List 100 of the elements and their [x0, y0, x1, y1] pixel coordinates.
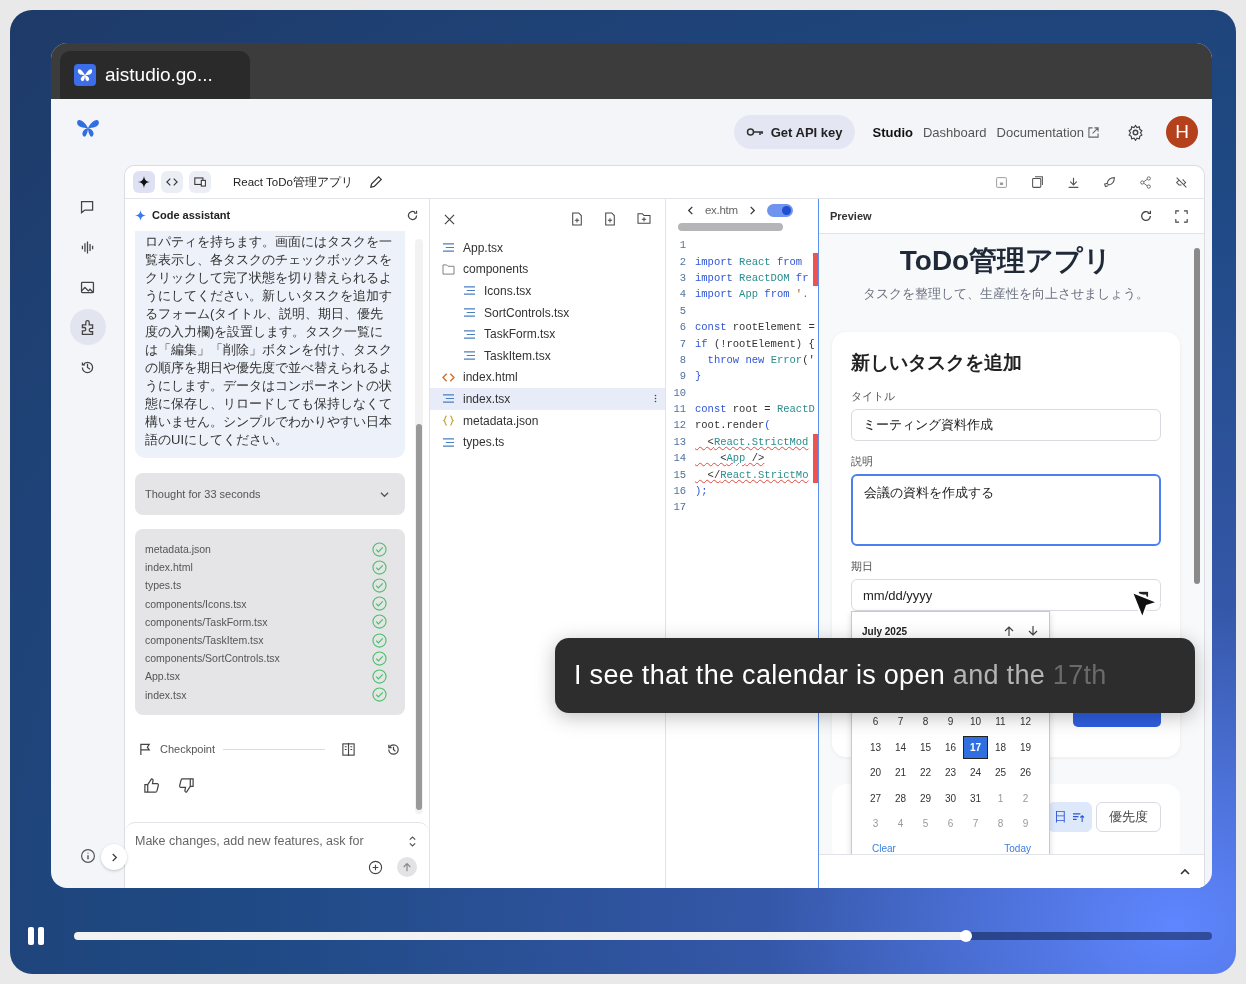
toggle-switch[interactable]: [766, 203, 793, 217]
progress-track[interactable]: [74, 932, 1212, 940]
progress-handle[interactable]: [960, 930, 973, 942]
pause-button[interactable]: [26, 926, 46, 946]
title-field[interactable]: ミーティング資料作成: [851, 409, 1161, 441]
month-selector[interactable]: July 2025: [862, 625, 908, 637]
arrow-up-icon[interactable]: [1003, 625, 1015, 637]
sort-button[interactable]: 日: [1048, 802, 1092, 832]
browser-tab[interactable]: aistudio.go...: [60, 51, 250, 99]
calendar-day[interactable]: 23: [938, 761, 963, 784]
calendar-day[interactable]: 25: [988, 761, 1013, 784]
line-number: 15: [672, 468, 686, 481]
today-link[interactable]: Today: [1004, 843, 1031, 854]
rocket-icon[interactable]: [1103, 175, 1116, 189]
calendar-day[interactable]: 8: [913, 710, 938, 733]
calendar-day[interactable]: 13: [863, 735, 888, 759]
calendar-day[interactable]: 9: [938, 710, 963, 733]
info-icon[interactable]: [79, 848, 96, 864]
avatar[interactable]: H: [1166, 116, 1198, 148]
description-field[interactable]: 会議の資料を作成する: [851, 474, 1161, 546]
file-tree-item[interactable]: App.tsx: [430, 237, 665, 259]
refresh-icon[interactable]: [1139, 209, 1153, 223]
copy-icon[interactable]: [1031, 175, 1044, 189]
save-icon[interactable]: [995, 175, 1008, 189]
new-folder-icon[interactable]: [637, 212, 651, 224]
file-tree-item[interactable]: Icons.tsx: [430, 280, 665, 302]
link-off-icon[interactable]: [1175, 175, 1188, 189]
file-tree-item[interactable]: TaskForm.tsx: [430, 323, 665, 345]
calendar-day[interactable]: 26: [1013, 761, 1038, 784]
calendar-day[interactable]: 15: [913, 735, 938, 759]
calendar-day[interactable]: 24: [963, 761, 988, 784]
file-tree-item[interactable]: index.tsx: [430, 388, 665, 410]
close-icon[interactable]: [444, 213, 455, 225]
chevron-left-icon[interactable]: [686, 205, 695, 215]
calendar-day[interactable]: 11: [988, 710, 1013, 733]
expand-vertical-icon[interactable]: [408, 834, 417, 848]
calendar-day[interactable]: 20: [863, 761, 888, 784]
file-name: types.ts: [145, 579, 182, 592]
calendar-day[interactable]: 16: [938, 735, 963, 759]
build-nav-icon[interactable]: [69, 309, 106, 345]
thought-summary[interactable]: Thought for 33 seconds: [135, 473, 405, 515]
nav-link[interactable]: Documentation: [996, 124, 1099, 140]
thumbs-up-icon[interactable]: [143, 776, 160, 794]
prompt-input[interactable]: Make changes, add new features, ask for: [135, 831, 402, 851]
nav-link[interactable]: Dashboard: [922, 124, 987, 140]
calendar-day[interactable]: 22: [913, 761, 938, 784]
pencil-icon[interactable]: [368, 175, 383, 189]
compare-icon[interactable]: [341, 741, 356, 757]
file-name: components/TaskForm.tsx: [145, 615, 268, 628]
calendar-day[interactable]: 19: [1013, 735, 1038, 759]
code-line: if (!rootElement) {: [695, 337, 815, 350]
new-file-icon[interactable]: [571, 212, 583, 226]
code-line: const rootElement =: [695, 321, 815, 334]
calendar-day[interactable]: 31: [963, 786, 988, 810]
share-icon[interactable]: [1139, 175, 1152, 189]
devices-icon: [193, 176, 207, 188]
calendar-day[interactable]: 27: [863, 786, 888, 810]
file-tree-item[interactable]: metadata.json: [430, 409, 665, 432]
line-number: 7: [678, 337, 686, 350]
calendar-day[interactable]: 18: [988, 735, 1013, 759]
arrow-down-icon[interactable]: [1027, 625, 1039, 637]
chevron-right-icon[interactable]: [747, 205, 757, 215]
assistant-mode-button[interactable]: [133, 171, 155, 193]
line-number: 11: [672, 403, 686, 416]
device-mode-button[interactable]: [189, 171, 211, 193]
file-tree-item[interactable]: TaskItem.tsx: [430, 344, 665, 367]
line-number: 17: [672, 501, 686, 514]
file-tree-item[interactable]: components: [430, 258, 665, 281]
calendar-day[interactable]: 21: [888, 761, 913, 784]
get-api-key-button[interactable]: Get API key: [733, 115, 855, 149]
user-message: ロパティを持ちます。画面にはタスクを一覧表示し、各タスクのチェックボックスをクリックして完了状態を切り替えられるようにしてください。新しいタスクを追加するフォーム(タイトル、説明、期日、優先度の入力欄)を設置します。タスク一覧には「編集」「削除」ボタンを付け、タスクの順序を期日や優先度で並べ替えられるようにします。データはコンポーネントの状態に保存し、リロードしても保持しなくて構いません。シンプルでわかりやすい日本語のUIにしてください。: [135, 231, 405, 458]
refresh-icon[interactable]: [406, 208, 419, 222]
nav-link[interactable]: Studio: [872, 124, 913, 140]
fullscreen-icon[interactable]: [1175, 209, 1188, 223]
add-circle-icon[interactable]: [368, 859, 383, 875]
calendar-day[interactable]: 6: [863, 710, 888, 733]
line-number: 6: [678, 321, 686, 334]
sort-button[interactable]: 優先度: [1096, 802, 1161, 832]
calendar-day[interactable]: 29: [913, 786, 938, 810]
calendar-day[interactable]: 10: [963, 710, 988, 733]
calendar-day[interactable]: 7: [888, 710, 913, 733]
file-tree-item[interactable]: types.ts: [430, 431, 665, 453]
chevron-up-icon[interactable]: [1180, 866, 1190, 877]
download-icon[interactable]: [1067, 175, 1080, 189]
calendar-day[interactable]: 30: [938, 786, 963, 810]
calendar-day[interactable]: 28: [888, 786, 913, 810]
calendar-day[interactable]: 12: [1013, 710, 1038, 733]
send-button[interactable]: [397, 857, 417, 877]
calendar-day[interactable]: 14: [888, 735, 913, 759]
thumbs-down-icon[interactable]: [178, 776, 195, 794]
scrollbar[interactable]: [415, 239, 423, 814]
clear-link[interactable]: Clear: [872, 843, 896, 854]
new-file-icon[interactable]: [604, 212, 616, 226]
history-icon[interactable]: [386, 741, 401, 757]
file-tree-item[interactable]: SortControls.tsx: [430, 301, 665, 324]
calendar-day[interactable]: 17: [963, 735, 988, 759]
file-tree-item[interactable]: index.html: [430, 366, 665, 389]
code-mode-button[interactable]: [161, 171, 183, 193]
editor-tab[interactable]: ex.htm: [705, 204, 738, 216]
settings-icon[interactable]: [1127, 123, 1144, 141]
